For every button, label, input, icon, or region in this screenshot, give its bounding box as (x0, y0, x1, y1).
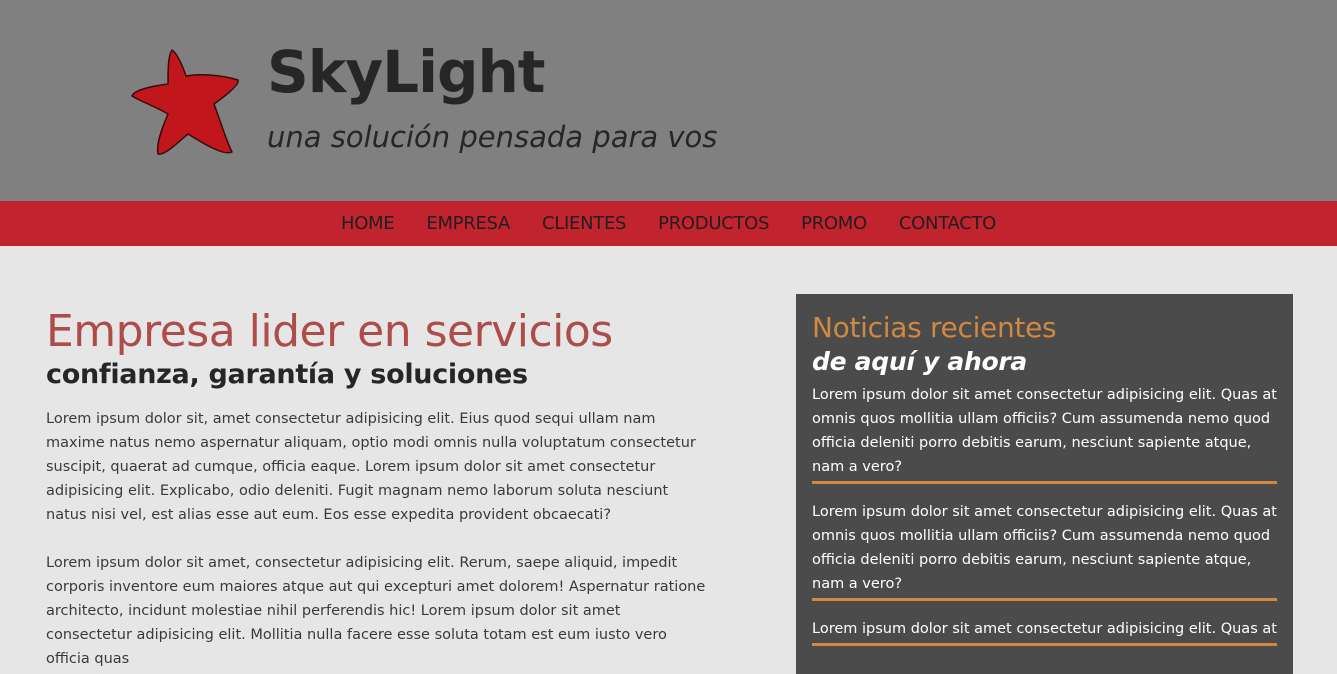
main-content: Empresa lider en servicios confianza, ga… (46, 306, 706, 671)
star-icon[interactable] (128, 44, 244, 160)
main-heading: Empresa lider en servicios (46, 306, 613, 357)
nav-item-productos[interactable]: PRODUCTOS (658, 213, 769, 234)
main-paragraph: Lorem ipsum dolor sit amet, consectetur … (46, 555, 706, 668)
nav-item-clientes[interactable]: CLIENTES (542, 213, 626, 234)
news-title: Noticias recientes (812, 311, 1057, 344)
news-subtitle: de aquí y ahora (812, 347, 1027, 377)
main-nav: HOME EMPRESA CLIENTES PRODUCTOS PROMO CO… (0, 201, 1337, 246)
nav-item-home[interactable]: HOME (341, 213, 395, 234)
news-item: Lorem ipsum dolor sit amet consectetur a… (812, 617, 1277, 646)
news-item: Lorem ipsum dolor sit amet consectetur a… (812, 500, 1277, 601)
nav-item-empresa[interactable]: EMPRESA (426, 213, 510, 234)
site-header: SkyLight una solución pensada para vos (0, 0, 1337, 201)
main-paragraph: Lorem ipsum dolor sit, amet consectetur … (46, 411, 696, 524)
news-sidebar: Noticias recientes de aquí y ahora Lorem… (796, 294, 1293, 674)
main-subheading: confianza, garantía y soluciones (46, 358, 528, 390)
news-item: Lorem ipsum dolor sit amet consectetur a… (812, 383, 1277, 484)
site-title[interactable]: SkyLight (267, 38, 546, 108)
nav-item-promo[interactable]: PROMO (801, 213, 867, 234)
nav-item-contacto[interactable]: CONTACTO (899, 213, 996, 234)
site-tagline: una solución pensada para vos (267, 120, 718, 154)
